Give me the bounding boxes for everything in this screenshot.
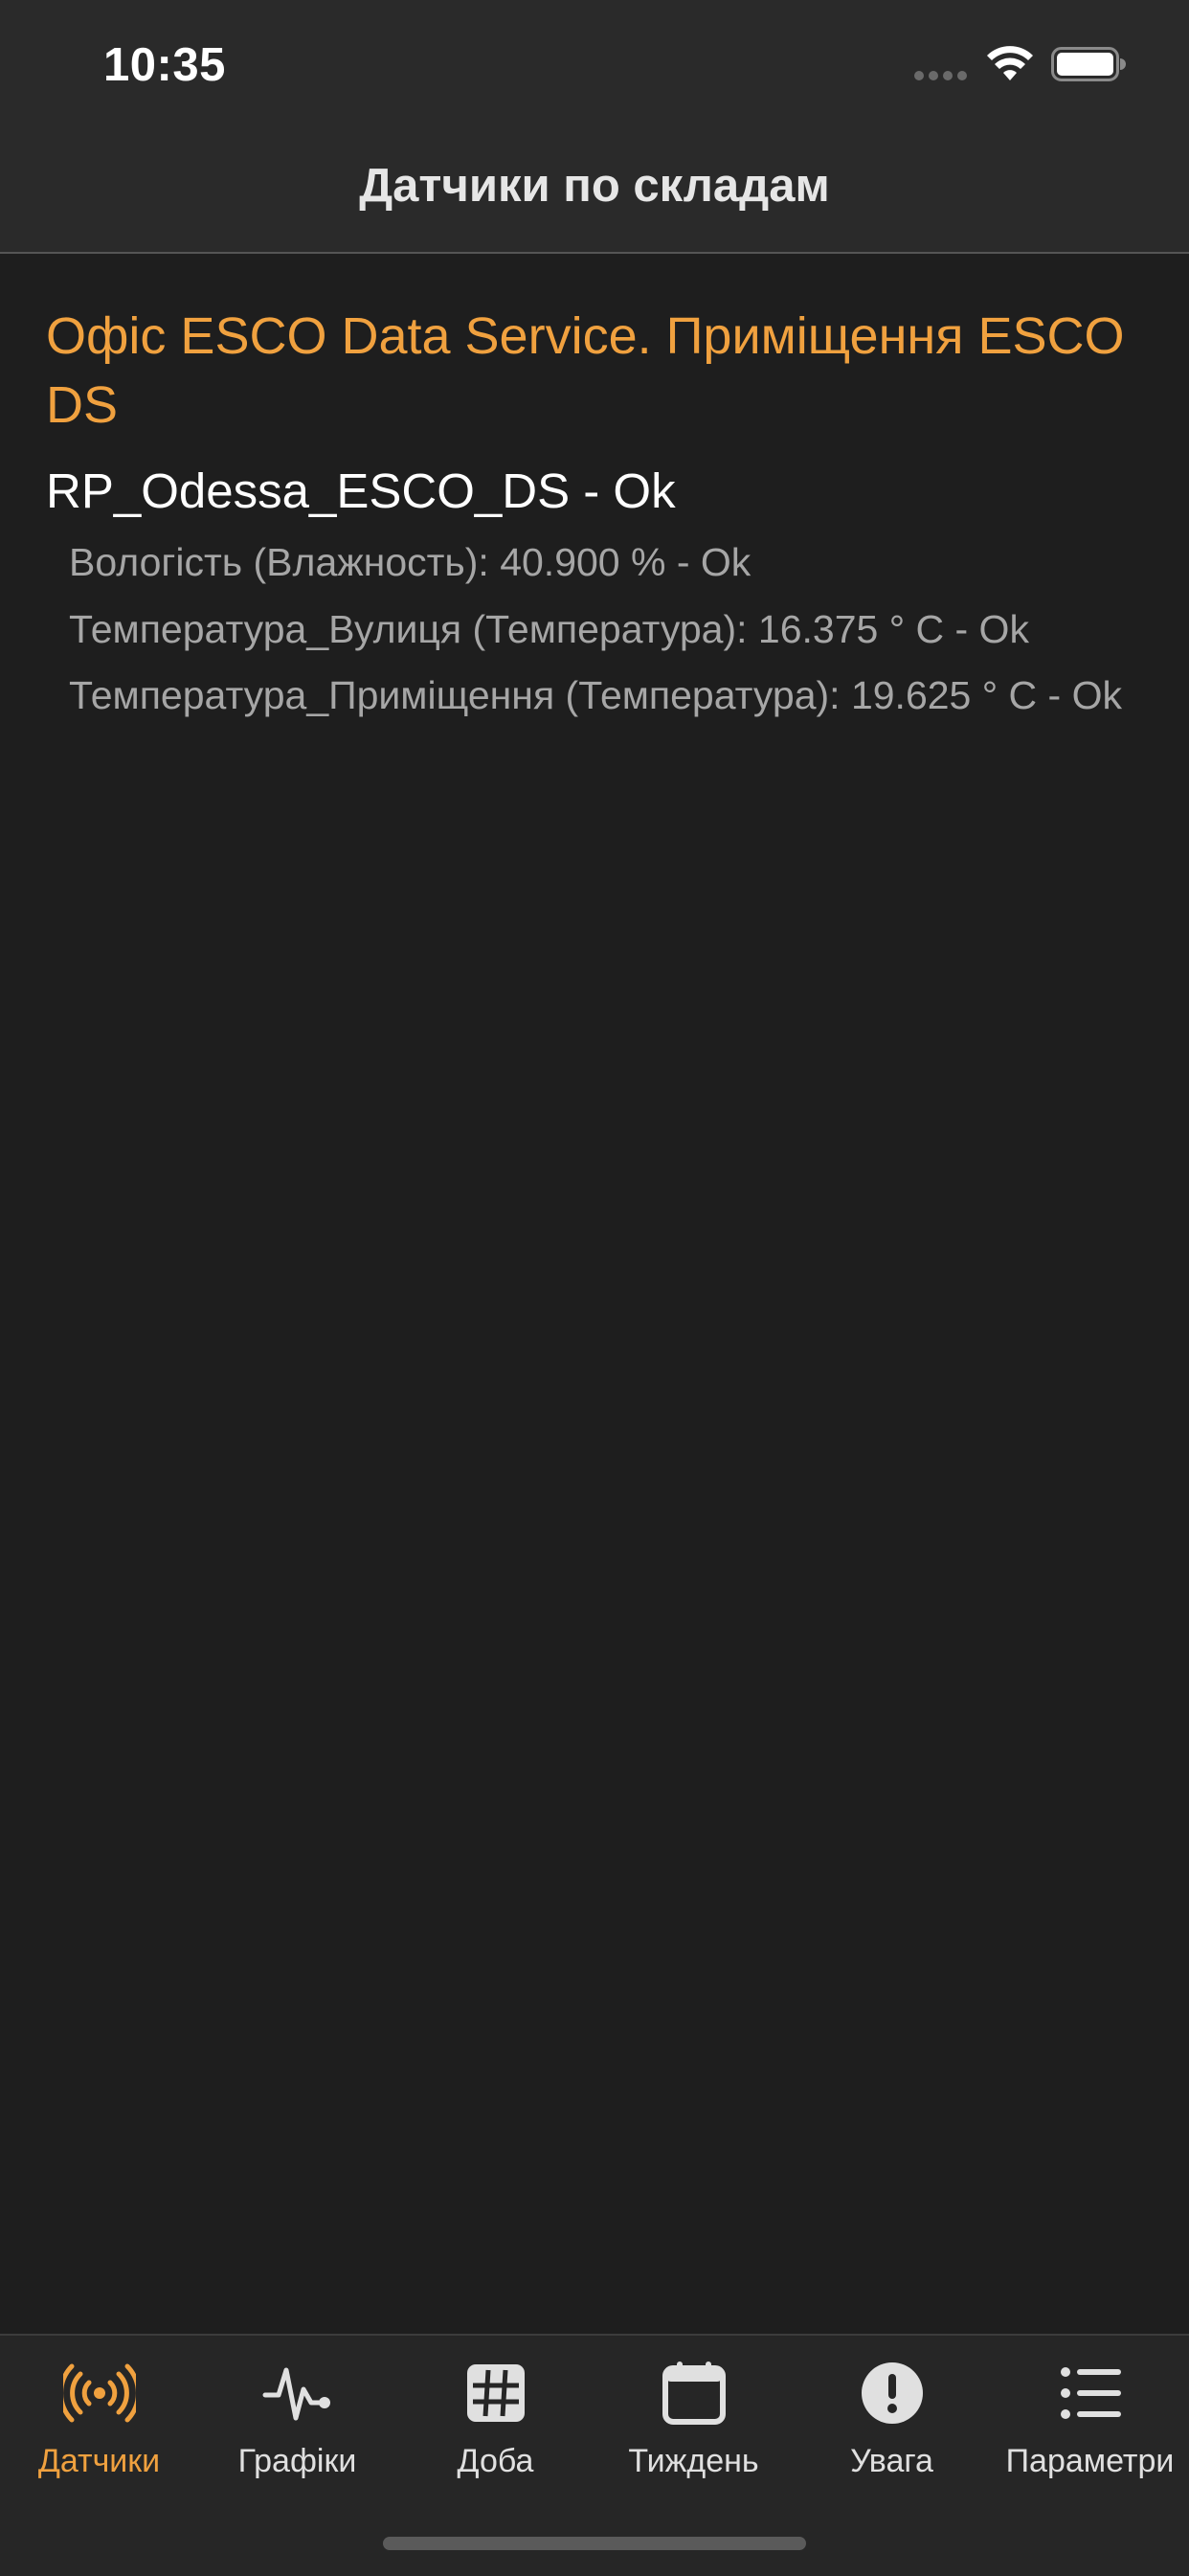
- tab-label: Параметри: [1005, 2443, 1175, 2479]
- warehouse-title[interactable]: Офіс ESCO Data Service. Приміщення ESCO …: [46, 302, 1147, 440]
- cellular-signal-icon: [914, 71, 967, 80]
- tab-label: Тиждень: [628, 2443, 759, 2479]
- grid-icon: [466, 2364, 525, 2422]
- list-icon: [1060, 2367, 1121, 2419]
- sensor-item-humidity[interactable]: Вологість (Влажность): 40.900 % - Ok: [69, 538, 1151, 586]
- sensor-item-temp-outdoor[interactable]: Температура_Вулиця (Температура): 16.375…: [69, 605, 1151, 653]
- calendar-icon: [662, 2361, 726, 2425]
- tab-label: Графіки: [237, 2443, 357, 2479]
- tab-label: Увага: [850, 2443, 933, 2479]
- sensors-icon: [62, 2363, 136, 2423]
- tab-label: Доба: [457, 2443, 534, 2479]
- battery-icon: [1051, 47, 1126, 81]
- waveform-icon: [262, 2367, 330, 2421]
- tab-day[interactable]: Доба: [396, 2357, 594, 2500]
- alert-icon: [861, 2362, 923, 2424]
- tab-week[interactable]: Тиждень: [594, 2357, 793, 2500]
- tab-alerts[interactable]: Увага: [793, 2357, 991, 2500]
- navigation-bar: Датчики по складам: [0, 134, 1189, 254]
- tab-settings[interactable]: Параметри: [991, 2357, 1189, 2500]
- sensor-item-temp-indoor[interactable]: Температура_Приміщення (Температура): 19…: [69, 671, 1151, 719]
- page-title: Датчики по складам: [359, 160, 830, 212]
- tab-label: Датчики: [37, 2443, 161, 2479]
- status-time: 10:35: [103, 39, 226, 91]
- status-bar: 10:35: [0, 0, 1189, 134]
- wifi-icon: [987, 46, 1033, 80]
- tab-sensors[interactable]: Датчики: [0, 2357, 198, 2500]
- home-indicator[interactable]: [383, 2537, 806, 2550]
- tab-charts[interactable]: Графіки: [198, 2357, 396, 2500]
- device-title[interactable]: RP_Odessa_ESCO_DS - Ok: [46, 460, 676, 523]
